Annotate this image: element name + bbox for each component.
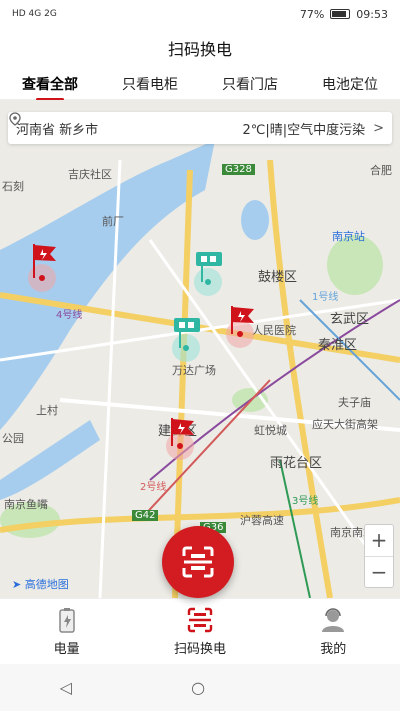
nav-scan[interactable]: 扫码换电 bbox=[150, 606, 250, 657]
map-label-line3: 3号线 bbox=[292, 496, 319, 507]
back-icon[interactable]: ◁ bbox=[60, 678, 72, 697]
zoom-controls: + − bbox=[364, 524, 394, 588]
map-label-yuhuatai: 雨花台区 bbox=[270, 456, 323, 471]
filter-tabs: 查看全部 只看电柜 只看门店 电池定位 bbox=[0, 68, 400, 101]
user-icon bbox=[322, 608, 345, 632]
map-label-gulou: 鼓楼区 bbox=[258, 270, 298, 285]
status-bar: HD 4G 2G 77% 09:53 bbox=[0, 0, 400, 28]
cabinet-marker[interactable] bbox=[26, 240, 62, 300]
nav-battery[interactable]: 电量 bbox=[17, 606, 117, 657]
red-flag-marker-icon bbox=[28, 244, 56, 292]
map-provider-logo: ➤ 高德地图 bbox=[12, 578, 69, 591]
map-label-park: 公园 bbox=[2, 432, 24, 445]
battery-status-icon bbox=[330, 9, 351, 19]
map-label-fuzimiao: 夫子庙 bbox=[338, 396, 371, 409]
weather-info: 2℃|晴|空气中度污染 bbox=[242, 122, 366, 138]
teal-store-marker-icon bbox=[172, 318, 200, 362]
zoom-out-button[interactable]: − bbox=[365, 557, 393, 588]
map-label-jiqing: 吉庆社区 bbox=[68, 168, 112, 181]
chevron-right-icon: > bbox=[373, 120, 384, 136]
navigation-arrow-icon: ➤ bbox=[12, 578, 22, 591]
bottom-navigation: 电量 扫码换电 我的 bbox=[0, 598, 400, 664]
clock: 09:53 bbox=[356, 7, 388, 21]
map-label-qianchang: 前厂 bbox=[102, 215, 124, 228]
map-label-g42: G42 bbox=[132, 510, 159, 521]
map-label-qinhuai: 秦淮区 bbox=[318, 338, 358, 353]
map-label-shike: 石刻 bbox=[2, 180, 24, 193]
store-marker[interactable] bbox=[170, 316, 206, 376]
scan-icon bbox=[182, 546, 214, 578]
tab-cabinets-only[interactable]: 只看电柜 bbox=[118, 68, 182, 100]
map-label-line1: 1号线 bbox=[312, 292, 339, 303]
battery-icon bbox=[58, 608, 75, 633]
system-navigation-bar: ◁ ○ bbox=[0, 664, 400, 711]
map-label-hurong: 沪蓉高速 bbox=[240, 514, 284, 527]
map-label-hongyue: 虹悦城 bbox=[254, 424, 287, 437]
location-weather-bar[interactable]: 河南省 新乡市 2℃|晴|空气中度污染 > bbox=[8, 112, 392, 144]
red-flag-marker-icon bbox=[226, 306, 254, 348]
store-marker[interactable] bbox=[192, 250, 228, 310]
map-label-shangcun: 上村 bbox=[36, 404, 58, 417]
battery-percent: 77% bbox=[299, 7, 325, 21]
map-label-xuanwu: 玄武区 bbox=[330, 312, 370, 327]
map-label-yuzui: 南京鱼嘴 bbox=[4, 498, 48, 511]
cabinet-marker[interactable] bbox=[224, 304, 260, 364]
map-label-g328: G328 bbox=[222, 164, 255, 175]
map-view[interactable]: 吉庆社区 前厂 G328 合肥 南京站 鼓楼区 玄武区 秦淮区 人民医院 万达广… bbox=[0, 100, 400, 598]
map-label-line2: 2号线 bbox=[140, 482, 167, 493]
status-signal: HD 4G 2G bbox=[12, 9, 57, 19]
home-icon[interactable]: ○ bbox=[191, 678, 205, 697]
red-flag-marker-icon bbox=[166, 418, 194, 460]
scan-button[interactable] bbox=[162, 526, 234, 598]
zoom-in-button[interactable]: + bbox=[365, 525, 393, 557]
nav-battery-label: 电量 bbox=[53, 642, 80, 657]
nav-scan-label: 扫码换电 bbox=[173, 642, 226, 657]
nav-mine[interactable]: 我的 bbox=[283, 606, 383, 657]
current-city: 河南省 新乡市 bbox=[16, 122, 99, 138]
map-label-yingtian: 应天大街高架 bbox=[312, 418, 378, 431]
scan-icon bbox=[187, 607, 213, 633]
location-pin-icon bbox=[9, 112, 21, 126]
cabinet-marker[interactable] bbox=[164, 416, 200, 476]
map-label-line4: 4号线 bbox=[56, 310, 83, 321]
tab-battery-location[interactable]: 电池定位 bbox=[318, 68, 382, 100]
map-label-nanjing-station: 南京站 bbox=[332, 230, 365, 243]
tab-stores-only[interactable]: 只看门店 bbox=[218, 68, 282, 100]
page-title: 扫码换电 bbox=[167, 40, 232, 59]
tab-view-all[interactable]: 查看全部 bbox=[18, 68, 82, 101]
nav-mine-label: 我的 bbox=[320, 642, 347, 657]
map-label-hefei: 合肥 bbox=[370, 164, 392, 177]
teal-store-marker-icon bbox=[194, 252, 222, 296]
